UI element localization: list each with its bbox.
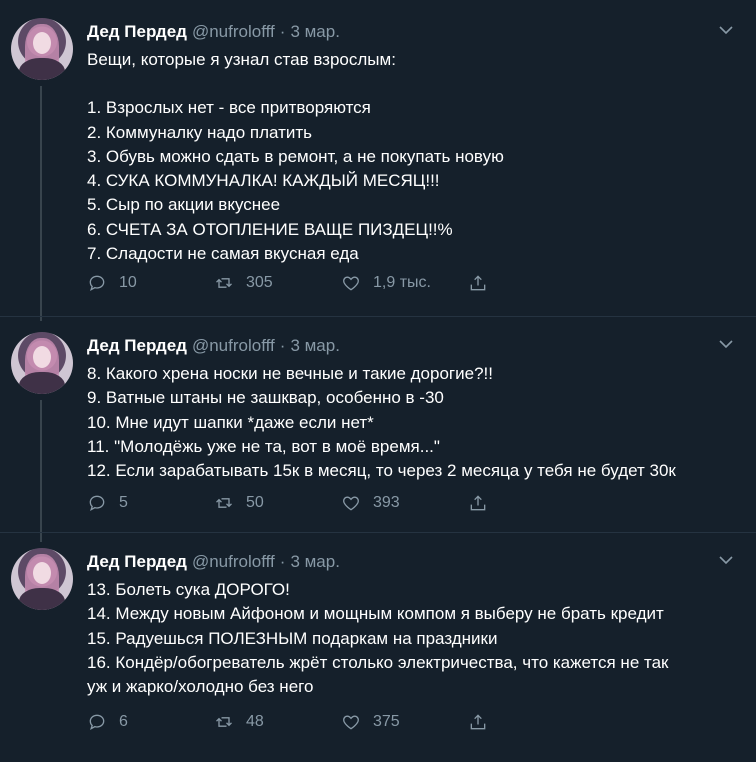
tweet-actions: 10 305 1,9 тыс. [87, 271, 595, 295]
tweet-line: 14. Между новым Айфоном и мощным компом … [87, 604, 664, 624]
author-handle[interactable]: @nufrolofff [192, 22, 275, 42]
tweet-line: 4. СУКА КОММУНАЛКА! КАЖДЫЙ МЕСЯЦ!!! [87, 171, 440, 191]
chevron-down-icon[interactable] [718, 336, 734, 352]
reply-count: 5 [119, 494, 128, 511]
separator-dot: · [279, 22, 286, 41]
author-handle[interactable]: @nufrolofff [192, 552, 275, 572]
tweet-date[interactable]: 3 мар. [290, 552, 340, 572]
tweet-header: Дед Пердед @nufrolofff · 3 мар. [87, 334, 340, 358]
tweet-line: 7. Сладости не самая вкусная еда [87, 244, 359, 264]
reply-icon [89, 714, 105, 731]
like-count: 375 [373, 713, 400, 730]
tweet[interactable]: Дед Пердед @nufrolofff · 3 мар. Вещи, ко… [0, 8, 756, 321]
retweet-button[interactable]: 48 [214, 712, 341, 732]
tweet-actions: 5 50 393 [87, 491, 595, 515]
share-button[interactable] [468, 273, 595, 293]
tweet-header: Дед Пердед @nufrolofff · 3 мар. [87, 550, 340, 574]
author-handle[interactable]: @nufrolofff [192, 336, 275, 356]
tweet-line: 5. Сыр по акции вкуснее [87, 195, 281, 215]
reply-icon [89, 495, 105, 512]
reply-button[interactable]: 10 [87, 273, 214, 293]
avatar[interactable] [11, 18, 73, 80]
separator-dot: · [279, 552, 286, 571]
tweet-line: 9. Ватные штаны не зашквар, особенно в -… [87, 388, 444, 408]
tweet-line: Вещи, которые я узнал став взрослым: [87, 50, 396, 69]
share-button[interactable] [468, 712, 595, 732]
share-icon [470, 275, 486, 291]
retweet-icon [216, 717, 232, 727]
like-button[interactable]: 393 [341, 493, 468, 513]
heart-icon [343, 715, 359, 730]
heart-icon [343, 276, 359, 291]
retweet-icon [216, 278, 232, 288]
tweet-line: уж и жарко/холодно без него [87, 677, 314, 697]
tweet-line: 12. Если зарабатывать 15к в месяц, то че… [87, 461, 676, 481]
divider [0, 532, 756, 533]
thread-line [40, 86, 42, 321]
tweet-header: Дед Пердед @nufrolofff · 3 мар. [87, 20, 340, 44]
tweet-line: 11. "Молодёжь уже не та, вот в моё время… [87, 436, 440, 456]
tweet-line: 1. Взрослых нет - все притворяются [87, 98, 371, 118]
tweet-line: 13. Болеть сука ДОРОГО! [87, 580, 290, 599]
retweet-icon [216, 498, 232, 508]
share-icon [470, 495, 486, 511]
reply-button[interactable]: 6 [87, 712, 214, 732]
tweet-line: 16. Кондёр/обогреватель жрёт столько эле… [87, 652, 669, 672]
retweet-button[interactable]: 305 [214, 273, 341, 293]
tweet-date[interactable]: 3 мар. [290, 22, 340, 42]
retweet-button[interactable]: 50 [214, 493, 341, 513]
separator-dot: · [279, 336, 286, 355]
tweet-text: Вещи, которые я узнал став взрослым: 1. … [87, 48, 747, 266]
reply-count: 10 [119, 274, 137, 291]
share-icon [470, 714, 486, 730]
chevron-down-icon[interactable] [718, 22, 734, 38]
tweet[interactable]: Дед Пердед @nufrolofff · 3 мар. 8. Каког… [0, 322, 756, 542]
share-button[interactable] [468, 493, 595, 513]
retweet-count: 48 [246, 713, 264, 730]
like-button[interactable]: 375 [341, 712, 468, 732]
author-name[interactable]: Дед Пердед [87, 336, 187, 356]
reply-icon [89, 275, 105, 292]
tweet-line: 15. Радуешься ПОЛЕЗНЫМ подаркам на празд… [87, 628, 498, 648]
reply-count: 6 [119, 713, 128, 730]
author-name[interactable]: Дед Пердед [87, 552, 187, 572]
like-count: 393 [373, 494, 400, 511]
tweet-date[interactable]: 3 мар. [290, 336, 340, 356]
tweet-line: 3. Обувь можно сдать в ремонт, а не поку… [87, 146, 504, 166]
tweet[interactable]: Дед Пердед @nufrolofff · 3 мар. 13. Боле… [0, 538, 756, 758]
tweet-text: 13. Болеть сука ДОРОГО! 14. Между новым … [87, 578, 747, 699]
avatar[interactable] [11, 548, 73, 610]
tweet-text: 8. Какого хрена носки не вечные и такие … [87, 362, 747, 483]
divider [0, 316, 756, 317]
like-button[interactable]: 1,9 тыс. [341, 273, 468, 293]
tweet-line: 8. Какого хрена носки не вечные и такие … [87, 364, 493, 383]
like-count: 1,9 тыс. [373, 274, 431, 291]
tweet-line: 6. СЧЕТА ЗА ОТОПЛЕНИЕ ВАЩЕ ПИЗДЕЦ!!% [87, 219, 453, 239]
reply-button[interactable]: 5 [87, 493, 214, 513]
chevron-down-icon[interactable] [718, 552, 734, 568]
tweet-line: 2. Коммуналку надо платить [87, 122, 313, 142]
thread-line [40, 400, 42, 542]
heart-icon [343, 496, 359, 511]
tweet-line [87, 72, 747, 96]
avatar[interactable] [11, 332, 73, 394]
retweet-count: 305 [246, 274, 273, 291]
tweet-actions: 6 48 375 [87, 710, 595, 734]
author-name[interactable]: Дед Пердед [87, 22, 187, 42]
retweet-count: 50 [246, 494, 264, 511]
tweet-line: 10. Мне идут шапки *даже если нет* [87, 412, 374, 432]
